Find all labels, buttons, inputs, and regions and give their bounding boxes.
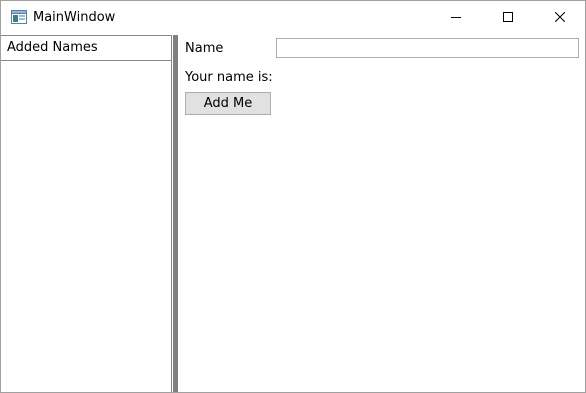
name-label: Name (185, 41, 224, 56)
maximize-icon (503, 9, 513, 27)
close-button[interactable] (537, 1, 583, 34)
name-input[interactable] (276, 38, 579, 58)
add-me-button[interactable]: Add Me (185, 92, 271, 115)
window-title: MainWindow (33, 10, 116, 25)
close-icon (554, 9, 566, 27)
title-bar[interactable]: MainWindow (1, 1, 585, 34)
minimize-button[interactable] (433, 1, 479, 34)
form-panel: Name Your name is: Add Me (178, 35, 585, 392)
your-name-label: Your name is: (185, 70, 273, 85)
maximize-button[interactable] (485, 1, 531, 34)
window-app-icon (11, 10, 27, 24)
added-names-header: Added Names (1, 36, 171, 61)
main-window: MainWindow Added Names Name Your name is… (0, 0, 586, 393)
added-names-list[interactable]: Added Names (1, 35, 172, 392)
client-area: Added Names Name Your name is: Add Me (1, 35, 585, 392)
minimize-icon (451, 9, 461, 27)
